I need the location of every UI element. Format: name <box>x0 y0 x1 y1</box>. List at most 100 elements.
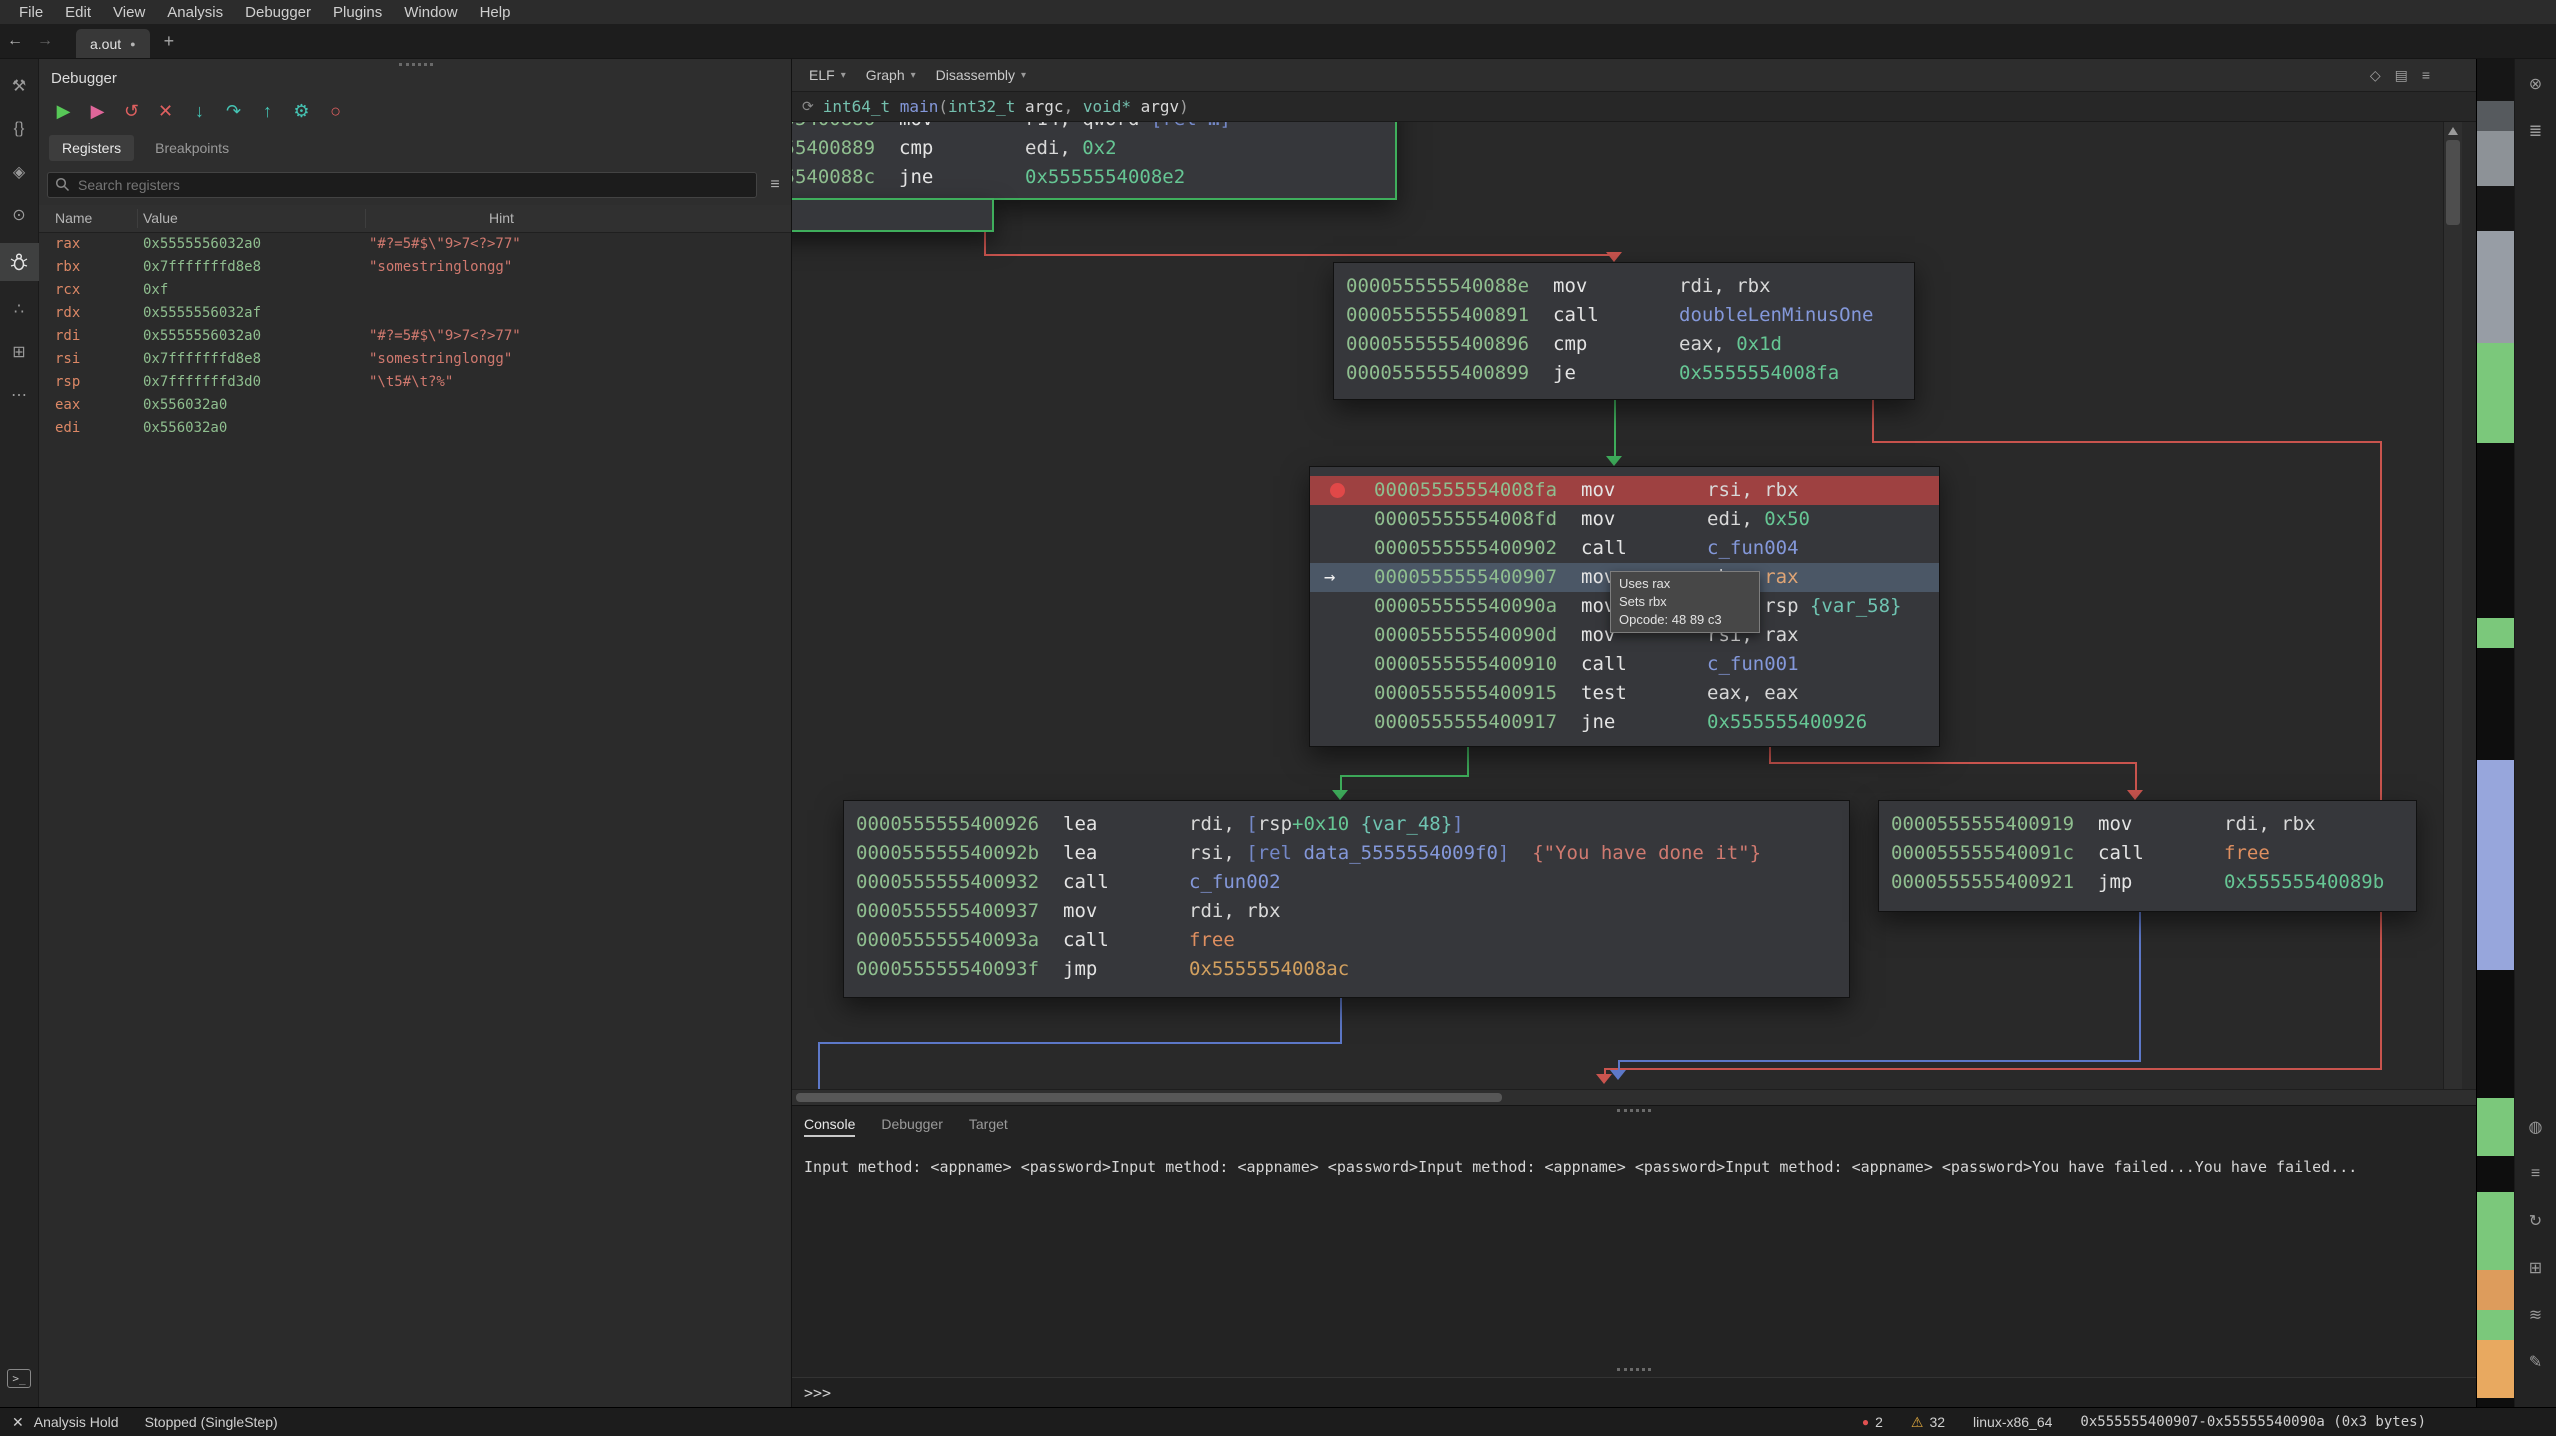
stop-button[interactable]: ○ <box>321 97 350 126</box>
register-row[interactable]: rsp0x7fffffffd3d0"\t5#\t?%" <box>39 371 791 394</box>
disasm-line[interactable]: 000055555540091ccallfree <box>1879 839 2416 868</box>
disasm-line[interactable]: 0000555555400886movr14, qword [rel …] <box>792 122 1395 134</box>
disasm-line[interactable]: 0000555555400899je0x5555554008fa <box>1334 359 1914 388</box>
vertical-scrollbar-thumb[interactable] <box>2446 140 2460 225</box>
breakpoint-icon[interactable] <box>1330 483 1345 498</box>
view-disassembly-dropdown[interactable]: Disassembly▾ <box>927 67 1035 83</box>
feature-map[interactable] <box>2476 59 2515 1407</box>
console-input[interactable] <box>841 1378 2476 1407</box>
tab-console[interactable]: Console <box>804 1116 855 1137</box>
history-icon[interactable]: ↻ <box>2516 1206 2555 1236</box>
disasm-line[interactable]: 00005555554008fdmovedi, 0x50 <box>1310 505 1939 534</box>
disasm-line[interactable]: 000055555540088emovrdi, rbx <box>1334 272 1914 301</box>
disasm-line[interactable]: 0000555555400921jmp0x55555540089b <box>1879 868 2416 897</box>
disasm-line[interactable]: 0000555555400937movrdi, rbx <box>844 897 1849 926</box>
types-icon[interactable]: {} <box>0 114 39 144</box>
disasm-line[interactable]: 0000555555400910callc_fun001 <box>1310 650 1939 679</box>
disasm-line[interactable]: 000055555540093fjmp0x5555554008ac <box>844 955 1849 984</box>
go-button[interactable]: ▶ <box>49 97 78 126</box>
horizontal-scrollbar[interactable] <box>792 1089 2476 1105</box>
build-icon[interactable]: ⚒ <box>0 71 39 101</box>
register-row[interactable]: edi0x556032a0 <box>39 417 791 440</box>
memory-map-icon[interactable]: ⊙ <box>0 200 39 230</box>
console-resize-handle[interactable] <box>1617 1109 1651 1112</box>
register-row[interactable]: eax0x556032a0 <box>39 394 791 417</box>
step-into-button[interactable]: ↓ <box>185 97 214 126</box>
disasm-line-breakpoint[interactable]: 00005555554008famovrsi, rbx <box>1310 476 1939 505</box>
plugins-icon[interactable]: ⊞ <box>2516 1253 2555 1283</box>
menu-debugger[interactable]: Debugger <box>234 2 322 23</box>
menu-window[interactable]: Window <box>393 2 468 23</box>
register-row[interactable]: rcx0xf <box>39 279 791 302</box>
function-header[interactable]: ⟳ int64_t main(int32_t argc, void* argv) <box>792 92 2476 122</box>
stack-view-icon[interactable]: ≣ <box>2516 116 2555 146</box>
tags-icon[interactable]: ◈ <box>0 157 39 187</box>
cross-references-icon[interactable]: ⊗ <box>2516 69 2555 99</box>
log-icon[interactable]: ≡ <box>2516 1159 2555 1189</box>
register-row[interactable]: rbx0x7fffffffd8e8"somestringlongg" <box>39 256 791 279</box>
scroll-up-icon[interactable] <box>2448 127 2458 135</box>
register-row[interactable]: rax0x5555556032a0"#?=5#$\"9>7<?>77" <box>39 233 791 256</box>
disasm-line[interactable]: 0000555555400917jne0x555555400926 <box>1310 708 1939 737</box>
view-menu-icon[interactable]: ≡ <box>2422 67 2430 84</box>
basic-block[interactable]: 000055555540088emovrdi, rbx 000055555540… <box>1333 262 1915 400</box>
disasm-line[interactable]: 0000555555400919movrdi, rbx <box>1879 810 2416 839</box>
register-row[interactable]: rdx0x5555556032af <box>39 302 791 325</box>
tab-breakpoints[interactable]: Breakpoints <box>142 135 242 161</box>
disasm-line[interactable]: 0000555555400889cmpedi, 0x2 <box>792 134 1395 163</box>
search-registers-input[interactable] <box>47 172 757 198</box>
new-tab-button[interactable]: + <box>164 31 175 52</box>
basic-block[interactable]: 0000555555400919movrdi, rbx 000055555540… <box>1878 800 2417 912</box>
console-input-resize-handle[interactable] <box>1617 1368 1651 1371</box>
menu-view[interactable]: View <box>102 2 156 23</box>
components-icon[interactable]: ⊞ <box>0 337 39 367</box>
menu-edit[interactable]: Edit <box>54 2 102 23</box>
menu-file[interactable]: File <box>8 2 54 23</box>
tab-debugger-console[interactable]: Debugger <box>881 1116 943 1137</box>
register-row[interactable]: rsi0x7fffffffd8e8"somestringlongg" <box>39 348 791 371</box>
menu-analysis[interactable]: Analysis <box>156 2 234 23</box>
disasm-line[interactable]: 0000555555400926leardi, [rsp+0x10 {var_4… <box>844 810 1849 839</box>
disasm-line[interactable]: 000055555540092blearsi, [rel data_555555… <box>844 839 1849 868</box>
tab-target-console[interactable]: Target <box>969 1116 1008 1137</box>
edit-icon[interactable]: ✎ <box>2516 1347 2555 1377</box>
terminal-icon[interactable]: >_ <box>0 1363 39 1393</box>
step-over-button[interactable]: ↷ <box>219 97 248 126</box>
restart-button[interactable]: ↺ <box>117 97 146 126</box>
graph-canvas[interactable]: 0000555555400886movr14, qword [rel …] 00… <box>792 122 2476 1105</box>
link-icon[interactable]: ◇ <box>2370 67 2381 84</box>
step-return-button[interactable]: ↑ <box>253 97 282 126</box>
disasm-line[interactable]: 0000555555400915testeax, eax <box>1310 679 1939 708</box>
basic-block[interactable]: 0000555555400886movr14, qword [rel …] 00… <box>792 122 1397 200</box>
notifications-icon[interactable]: ◍ <box>2516 1112 2555 1142</box>
tab-modified-icon[interactable]: ● <box>130 39 135 49</box>
reanalyze-icon[interactable]: ⟳ <box>802 99 814 115</box>
register-row[interactable]: rdi0x5555556032a0"#?=5#$\"9>7<?>77" <box>39 325 791 348</box>
call-graph-icon[interactable]: ∴ <box>0 294 39 324</box>
column-separator[interactable] <box>137 209 138 228</box>
view-graph-dropdown[interactable]: Graph▾ <box>857 67 925 83</box>
column-separator[interactable] <box>365 209 366 228</box>
debugger-icon[interactable] <box>0 243 39 281</box>
kill-button[interactable]: ✕ <box>151 97 180 126</box>
analysis-hold-icon[interactable]: ✕ <box>12 1414 24 1431</box>
view-elf-dropdown[interactable]: ELF▾ <box>800 67 855 83</box>
basic-block-clipped[interactable] <box>792 198 994 232</box>
split-view-icon[interactable]: ▤ <box>2395 67 2408 84</box>
disasm-line[interactable]: 0000555555400902callc_fun004 <box>1310 534 1939 563</box>
disasm-line[interactable]: 0000555555400932callc_fun002 <box>844 868 1849 897</box>
basic-block[interactable]: 0000555555400926leardi, [rsp+0x10 {var_4… <box>843 800 1850 998</box>
run-button[interactable]: ▶ <box>83 97 112 126</box>
nav-forward-icon[interactable]: → <box>30 32 60 50</box>
disasm-line[interactable]: 000055555540088cjne0x5555554008e2 <box>792 163 1395 192</box>
disasm-line[interactable]: 0000555555400896cmpeax, 0x1d <box>1334 330 1914 359</box>
file-tab[interactable]: a.out ● <box>76 29 150 58</box>
nav-back-icon[interactable]: ← <box>0 32 30 50</box>
tab-registers[interactable]: Registers <box>49 135 134 161</box>
disasm-line[interactable]: 000055555540093acallfree <box>844 926 1849 955</box>
settings-button[interactable]: ⚙ <box>287 97 316 126</box>
panel-resize-handle[interactable] <box>399 63 433 66</box>
vertical-scrollbar[interactable] <box>2443 122 2462 1105</box>
layers-icon[interactable]: ≋ <box>2516 1300 2555 1330</box>
menu-help[interactable]: Help <box>469 2 522 23</box>
